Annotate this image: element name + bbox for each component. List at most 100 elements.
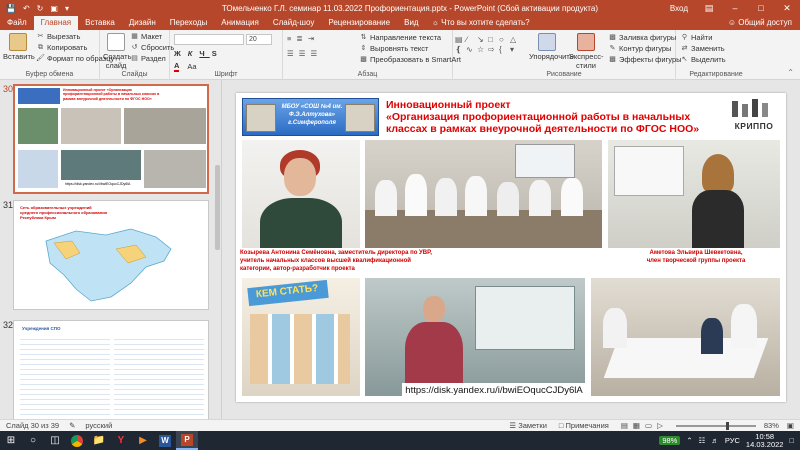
line-shape-icon[interactable]: ∕	[466, 35, 477, 45]
yandex-browser-icon[interactable]: Y	[110, 431, 132, 450]
quick-styles-button[interactable]: Экспресс-стили	[567, 33, 605, 70]
replace-button[interactable]: ⇄ Заменить	[680, 44, 725, 53]
bold-icon[interactable]: Ж	[174, 49, 186, 58]
font-size-field[interactable]: 20	[246, 34, 272, 45]
font-style-buttons[interactable]: ЖКЧS	[174, 49, 222, 58]
oval-shape-icon[interactable]: ○	[499, 35, 510, 45]
minimize-icon[interactable]: –	[722, 3, 748, 14]
tab-review[interactable]: Рецензирование	[321, 16, 397, 30]
tab-transitions[interactable]: Переходы	[163, 16, 215, 30]
tab-home[interactable]: Главная	[33, 16, 79, 30]
select-button[interactable]: ↖ Выделить	[680, 55, 726, 64]
notes-button[interactable]: ☰ Заметки	[509, 421, 547, 430]
brace-shape-icon[interactable]: {	[499, 45, 510, 55]
find-button[interactable]: ⚲ Найти	[680, 33, 712, 42]
undo-icon[interactable]: ↶	[23, 4, 30, 13]
ribbon-display-icon[interactable]: ▤	[696, 3, 722, 14]
sorter-view-icon[interactable]: ▦	[633, 421, 645, 430]
tell-me-search[interactable]: ☼ Что вы хотите сделать?	[432, 16, 530, 30]
powerpoint-icon[interactable]: P	[176, 431, 198, 450]
network-icon[interactable]: ☷	[699, 436, 706, 445]
task-view-icon[interactable]: ○	[22, 431, 44, 450]
align-right-icon[interactable]: ☰	[310, 49, 320, 58]
share-button[interactable]: ☺ Общий доступ	[728, 16, 792, 30]
triangle-shape-icon[interactable]: △	[510, 35, 521, 45]
reading-view-icon[interactable]: ▭	[645, 421, 657, 430]
word-icon[interactable]: W	[154, 431, 176, 450]
comments-button[interactable]: □ Примечания	[559, 421, 609, 430]
thumbnail-slide-31[interactable]: Сеть образовательных учреждений среднего…	[13, 200, 209, 310]
tab-slideshow[interactable]: Слайд-шоу	[266, 16, 321, 30]
redo-icon[interactable]: ↻	[37, 4, 44, 13]
slideshow-view-icon[interactable]: ▷	[657, 421, 668, 430]
collapse-ribbon-icon[interactable]: ⌃	[787, 68, 794, 77]
sign-in-link[interactable]: Вход	[670, 4, 696, 13]
input-language[interactable]: РУС	[725, 436, 740, 445]
layout-button[interactable]: ▦ Макет	[130, 32, 162, 41]
tab-animations[interactable]: Анимация	[214, 16, 266, 30]
smartart-button[interactable]: ▩ Преобразовать в SmartArt	[359, 55, 461, 64]
tray-expand-icon[interactable]: ⌃	[686, 436, 692, 445]
shapes-gallery[interactable]: ▤ ∕ ↘ □ ○ △ ❴ ∿ ☆ ⇨{▾	[455, 35, 525, 65]
tab-design[interactable]: Дизайн	[122, 16, 163, 30]
reset-button[interactable]: ↺ Сбросить	[130, 43, 175, 52]
thumbnail-slide-32[interactable]: Учреждения СПО	[13, 320, 209, 419]
close-icon[interactable]: ✕	[774, 3, 800, 14]
bracket-shape-icon[interactable]: ❴	[455, 45, 466, 55]
chrome-icon[interactable]	[66, 431, 88, 450]
copy-button[interactable]: ⧉ Копировать	[36, 43, 87, 52]
fit-slide-icon[interactable]: ▣	[787, 421, 794, 430]
cut-button[interactable]: ✂ Вырезать	[36, 32, 81, 41]
tab-file[interactable]: Файл	[0, 16, 34, 30]
star-shape-icon[interactable]: ☆	[477, 45, 488, 55]
shape-outline-button[interactable]: ✎ Контур фигуры	[608, 44, 672, 53]
align-left-icon[interactable]: ☰	[287, 49, 297, 58]
bullets-icon[interactable]: ≡	[287, 34, 294, 43]
spellcheck-icon[interactable]: ✎	[69, 421, 75, 430]
present-icon[interactable]: ▣	[50, 4, 58, 13]
arrange-button[interactable]: Упорядочить	[529, 33, 574, 61]
windows-start-icon[interactable]: ⊞	[0, 431, 22, 450]
paste-button[interactable]: Вставить	[3, 33, 35, 61]
task-view-button-icon[interactable]: ◫	[44, 431, 66, 450]
current-slide[interactable]: МБОУ «СОШ №4 им. Ф.Э.Алтухова» г.Симферо…	[236, 93, 786, 402]
view-buttons[interactable]: ▤▦▭▷	[621, 421, 668, 430]
indent-icon[interactable]: ⇥	[308, 34, 317, 43]
save-icon[interactable]: 💾	[6, 4, 16, 13]
zoom-level[interactable]: 83%	[764, 421, 779, 430]
thumbnail-scrollbar[interactable]	[215, 165, 220, 250]
battery-indicator[interactable]: 98%	[659, 436, 681, 445]
textbox-shape-icon[interactable]: ▤	[455, 35, 466, 45]
section-button[interactable]: ▤ Раздел	[130, 54, 166, 63]
font-family-field[interactable]	[174, 34, 244, 45]
shape-effects-button[interactable]: ▩ Эффекты фигуры	[608, 55, 681, 64]
align-text-button[interactable]: ⇕ Выровнять текст	[359, 44, 429, 53]
maximize-icon[interactable]: □	[748, 3, 774, 14]
align-center-icon[interactable]: ☰	[299, 49, 309, 58]
file-explorer-icon[interactable]: 📁	[88, 431, 110, 450]
zoom-slider-thumb[interactable]	[725, 421, 729, 430]
tab-view[interactable]: Вид	[397, 16, 425, 30]
arrow-shape-icon[interactable]: ↘	[477, 35, 488, 45]
media-player-icon[interactable]: ▶	[132, 431, 154, 450]
clock[interactable]: 10:58 14.03.2022	[746, 432, 784, 449]
list-buttons[interactable]: ≡ ≣ ⇥	[287, 34, 317, 43]
align-buttons[interactable]: ☰ ☰ ☰	[287, 49, 320, 58]
language-indicator[interactable]: русский	[85, 421, 112, 430]
tab-insert[interactable]: Вставка	[78, 16, 122, 30]
more-shapes-icon[interactable]: ▾	[510, 45, 521, 55]
zoom-slider[interactable]	[675, 421, 756, 430]
new-slide-button[interactable]: Создать слайд	[103, 33, 132, 70]
strike-icon[interactable]: S	[212, 49, 222, 58]
disk-link[interactable]: https://disk.yandex.ru/i/bwiEOqucCJDy6lA	[402, 383, 586, 398]
right-arrow-shape-icon[interactable]: ⇨	[488, 45, 499, 55]
italic-icon[interactable]: К	[188, 49, 198, 58]
text-direction-button[interactable]: ⇅ Направление текста	[359, 33, 442, 42]
numbering-icon[interactable]: ≣	[296, 34, 305, 43]
underline-icon[interactable]: Ч	[199, 49, 209, 58]
normal-view-icon[interactable]: ▤	[621, 421, 633, 430]
customize-icon[interactable]: ▾	[65, 4, 69, 13]
curve-shape-icon[interactable]: ∿	[466, 45, 477, 55]
volume-icon[interactable]: ♬	[711, 436, 719, 445]
rect-shape-icon[interactable]: □	[488, 35, 499, 45]
